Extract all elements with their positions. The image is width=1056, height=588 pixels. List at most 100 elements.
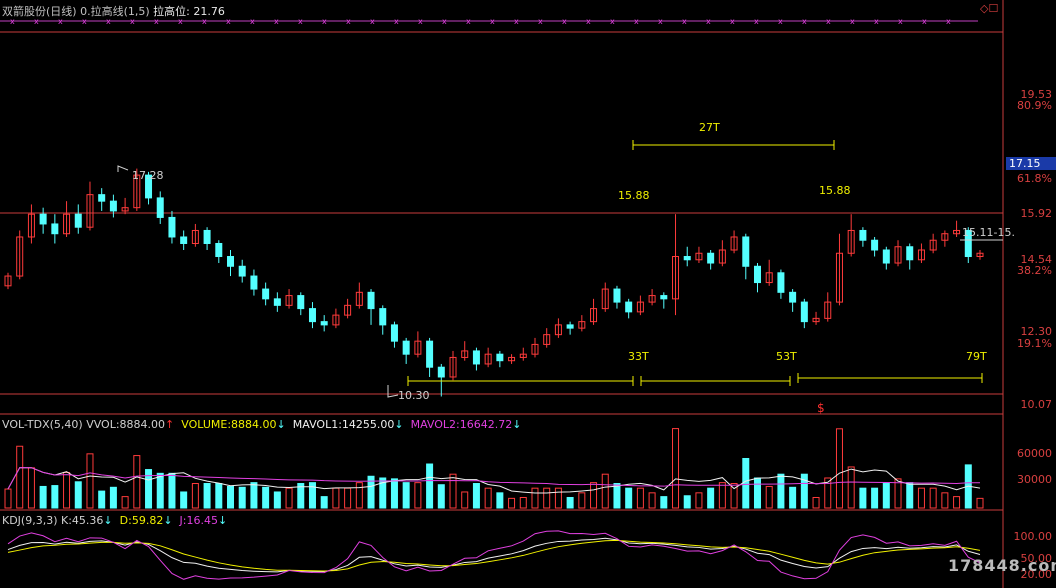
strip-marker: x	[586, 17, 591, 26]
candle-body	[789, 291, 797, 303]
kdj-title: KDJ(9,3,3)	[2, 514, 58, 527]
volume-value: 8884.00	[231, 418, 277, 431]
strip-marker: x	[898, 17, 903, 26]
candle-body	[742, 236, 750, 267]
candle-body	[753, 265, 761, 284]
volume-bar	[683, 495, 691, 509]
candle-body	[882, 249, 890, 264]
volume-bar	[484, 487, 492, 509]
volume-bar	[648, 492, 656, 509]
strip-marker: x	[418, 17, 423, 26]
volume-bar	[320, 496, 328, 509]
volume-bar	[613, 483, 621, 509]
candle-body	[707, 252, 715, 264]
volume-bar	[976, 497, 984, 509]
volume-bar	[98, 490, 106, 509]
volume-bar	[203, 483, 211, 509]
volume-bar	[250, 482, 258, 509]
arrow-down-icon: ↓	[394, 418, 404, 431]
d-value: 59.82	[131, 514, 164, 527]
volume-bar	[4, 488, 12, 509]
arrow-down-icon: ↓	[218, 514, 228, 527]
volume-bar	[332, 487, 340, 509]
candle-body	[379, 308, 387, 326]
mavol1-label: MAVOL1:	[292, 418, 342, 431]
candle-body	[625, 301, 633, 313]
candle-body	[437, 366, 445, 378]
high-left-label: 17.28	[132, 169, 164, 182]
volume-bar	[718, 482, 726, 509]
strip-marker: x	[154, 17, 159, 26]
candle-body	[320, 321, 328, 326]
volume-bar	[753, 477, 761, 509]
volume-bar	[39, 485, 47, 509]
volume-bar	[847, 466, 855, 509]
candle-body	[215, 242, 223, 258]
candle-body	[683, 256, 691, 261]
volume-bar	[835, 428, 843, 509]
vol-title: VOL-TDX(5,40)	[2, 418, 83, 431]
volume-bar	[414, 482, 422, 509]
volume-bar	[636, 487, 644, 509]
candle-body	[180, 236, 188, 244]
volume-bar	[168, 472, 176, 509]
volume-bar	[917, 487, 925, 509]
strip-marker: x	[682, 17, 687, 26]
strip-marker: x	[178, 17, 183, 26]
strip-marker: x	[58, 17, 63, 26]
span-top-label: 27T	[699, 121, 720, 134]
arrow-down-icon: ↓	[163, 514, 173, 527]
strip-marker: x	[346, 17, 351, 26]
candle-body	[390, 324, 398, 342]
candle-body	[472, 350, 480, 365]
volume-bar	[871, 487, 879, 509]
watermark: 178448.com	[948, 556, 1056, 575]
volume-bar	[496, 492, 504, 509]
candle-body	[203, 229, 211, 244]
span-b-label: 53T	[776, 350, 797, 363]
candle-body	[367, 291, 375, 310]
volume-bar	[742, 457, 750, 509]
strip-marker: x	[106, 17, 111, 26]
volume-bar	[238, 486, 246, 509]
strip-marker: x	[370, 17, 375, 26]
volume-bar	[285, 487, 293, 509]
volume-bar	[812, 496, 820, 509]
volume-bar	[660, 496, 668, 509]
low-marker	[387, 385, 399, 398]
d-line	[7, 539, 981, 572]
volume-bar	[601, 473, 609, 509]
volume-bar	[156, 472, 164, 509]
span-c-label: 79T	[966, 350, 987, 363]
volume-legend: VOL-TDX(5,40) VVOL:8884.00↑ VOLUME:8884.…	[2, 418, 521, 431]
candle-body	[74, 213, 82, 228]
volume-bar	[789, 486, 797, 509]
volume-bar	[227, 485, 235, 509]
strip-marker: x	[226, 17, 231, 26]
volume-bar	[109, 486, 117, 509]
vvol-value: 8884.00	[119, 418, 166, 431]
pct-tick-4: 19.1%	[1017, 337, 1052, 350]
j-line	[7, 530, 981, 580]
candle-body	[496, 353, 504, 362]
k-value: 45.36	[71, 514, 104, 527]
volume-label: VOLUME:	[181, 418, 232, 431]
volume-bar	[437, 484, 445, 509]
volume-bar	[402, 482, 410, 509]
volume-bar	[461, 491, 469, 509]
volume-bar	[273, 491, 281, 509]
high-marker	[117, 165, 129, 172]
volume-bar	[262, 486, 270, 509]
candle-body	[402, 340, 410, 355]
volume-bar	[519, 496, 527, 509]
strip-marker: x	[778, 17, 783, 26]
strip-marker: x	[706, 17, 711, 26]
strip-marker: x	[442, 17, 447, 26]
pct-tick-3: 38.2%	[1017, 264, 1052, 277]
arrow-down-icon: ↓	[276, 418, 286, 431]
volume-bar	[531, 487, 539, 509]
volume-bar	[344, 487, 352, 509]
strip-marker: x	[298, 17, 303, 26]
volume-bar	[27, 467, 35, 509]
strip-marker: x	[538, 17, 543, 26]
